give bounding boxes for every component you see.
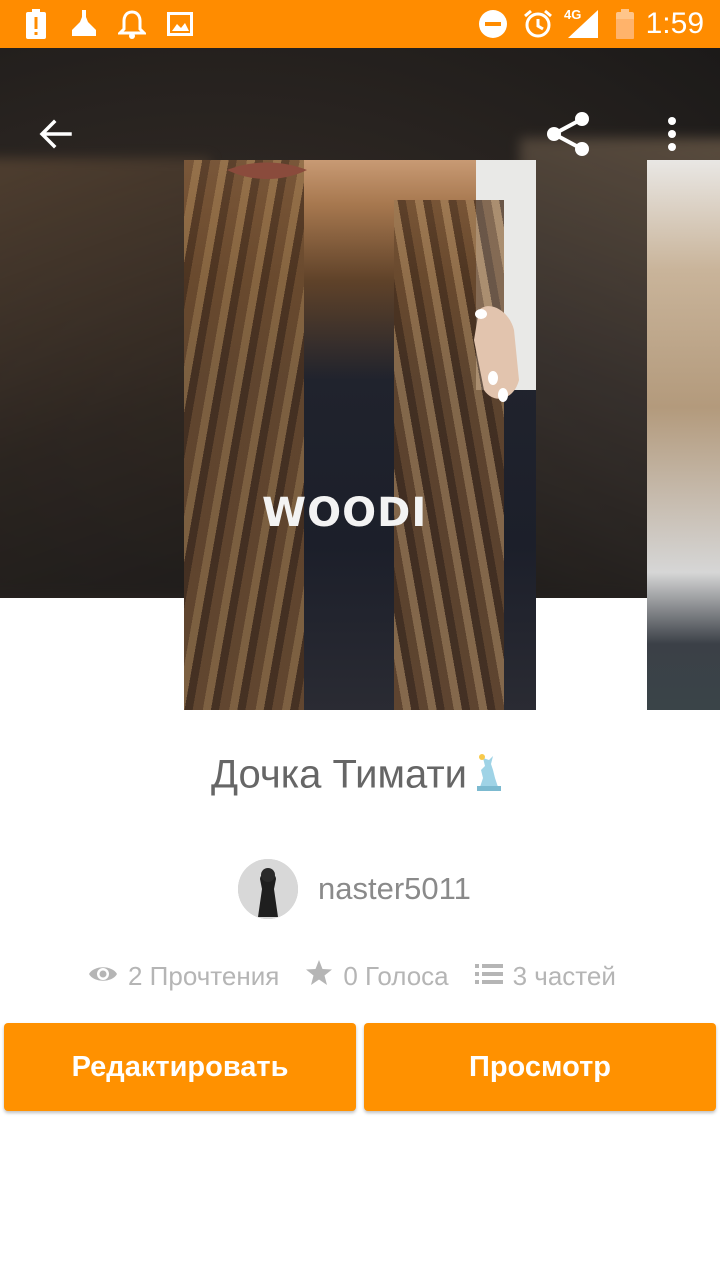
lips-shape (227, 162, 307, 179)
parts-stat: 3 частей (474, 961, 616, 992)
votes-stat: 0 Голоса (305, 959, 449, 994)
author-avatar[interactable] (238, 859, 298, 919)
alarm-icon (522, 8, 554, 40)
author-row[interactable]: naster5011 (238, 858, 471, 920)
story-title: Дочка Тимати (0, 752, 720, 802)
do-not-disturb-icon (478, 8, 508, 40)
share-button[interactable] (536, 104, 600, 168)
next-cover-image[interactable] (647, 160, 720, 710)
back-button[interactable] (24, 104, 88, 168)
status-bar: 4G 1:59 (0, 0, 720, 48)
reads-stat: 2 Прочтения (88, 961, 279, 992)
edit-button[interactable]: Редактировать (4, 1023, 356, 1111)
battery-alert-icon (24, 8, 48, 40)
story-title-text: Дочка Тимати (210, 752, 468, 797)
more-vert-icon (666, 116, 678, 157)
eye-icon (88, 961, 128, 992)
cleaner-icon (70, 8, 98, 40)
author-name[interactable]: naster5011 (318, 871, 471, 907)
battery-icon (614, 8, 636, 40)
hand-shape (474, 306, 519, 402)
share-icon (544, 110, 592, 163)
bell-icon (117, 8, 147, 40)
story-cover-image[interactable]: WOODI (184, 160, 536, 710)
blurred-background (0, 158, 210, 598)
statue-of-liberty-icon (469, 752, 509, 802)
list-icon (474, 961, 513, 992)
star-icon (305, 959, 343, 994)
story-stats: 2 Прочтения 0 Голоса 3 частей (88, 956, 642, 996)
signal-icon (566, 8, 600, 40)
cover-shirt-text: WOODI (262, 490, 428, 536)
more-options-button[interactable] (640, 104, 704, 168)
arrow-back-icon (38, 116, 74, 157)
image-icon (166, 8, 194, 40)
status-time: 1:59 (645, 7, 704, 40)
view-button[interactable]: Просмотр (364, 1023, 716, 1111)
